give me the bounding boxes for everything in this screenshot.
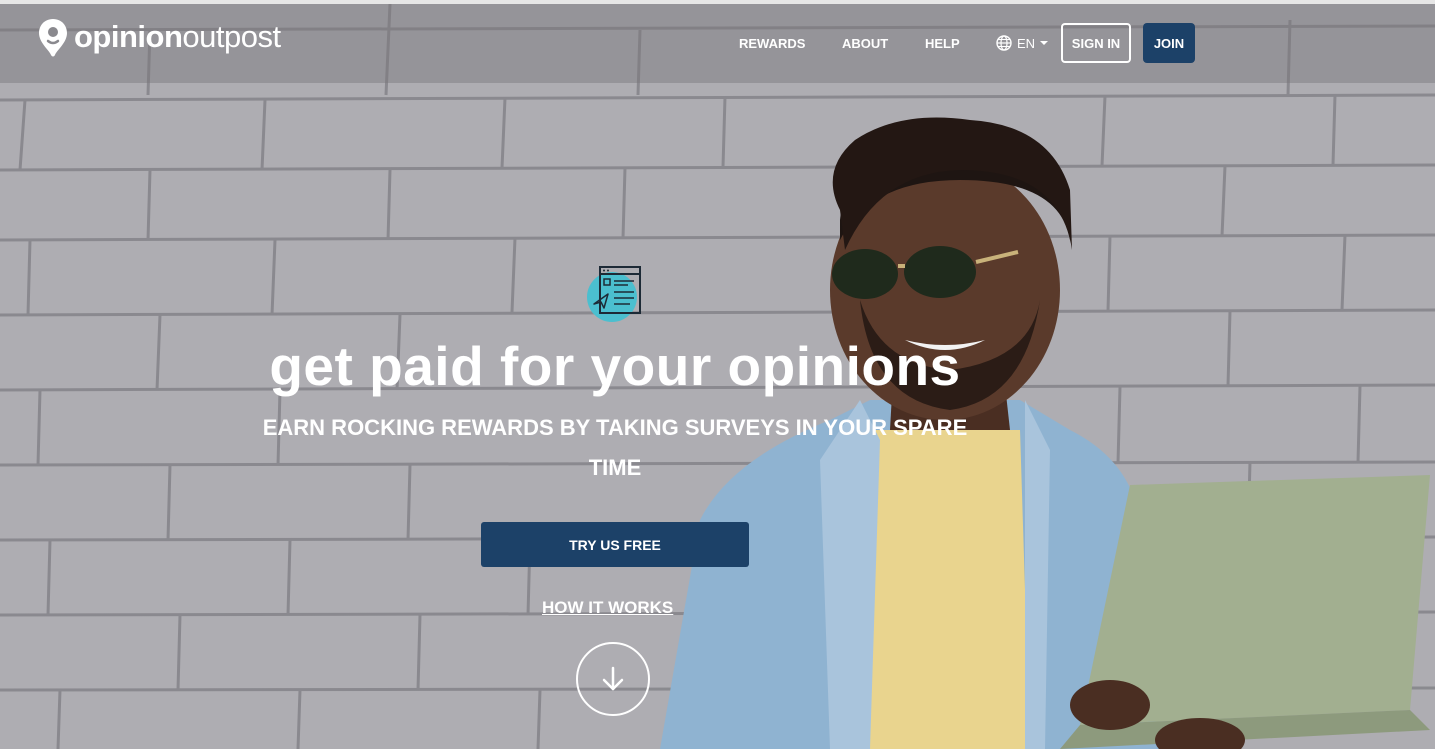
logo-text: opinionoutpost [74, 19, 281, 55]
hero-headline: get paid for your opinions [269, 335, 961, 397]
nav-item-help[interactable]: HELP [925, 23, 960, 63]
language-label: EN [1017, 35, 1036, 51]
arrow-down-icon [602, 666, 624, 691]
try-us-free-label: TRY US FREE [569, 536, 661, 553]
join-label: JOIN [1153, 35, 1185, 51]
language-selector[interactable]: EN [996, 23, 1049, 63]
hero-subheadline-line2: TIME [588, 455, 642, 480]
sign-in-button[interactable]: SIGN IN [1061, 23, 1131, 63]
hero-subheadline-line1: EARN ROCKING REWARDS BY TAKING SURVEYS I… [262, 415, 968, 440]
nav-about-label: ABOUT [842, 35, 889, 51]
nav-rewards-label: REWARDS [739, 35, 806, 51]
sign-in-label: SIGN IN [1071, 35, 1121, 51]
caret-down-icon [1040, 41, 1049, 45]
location-pin-icon [39, 19, 67, 57]
survey-document-icon [587, 266, 641, 322]
globe-icon [996, 35, 1012, 51]
nav-help-label: HELP [925, 35, 960, 51]
join-button[interactable]: JOIN [1143, 23, 1195, 63]
hero-subheadline: EARN ROCKING REWARDS BY TAKING SURVEYS I… [235, 408, 995, 488]
logo-text-light: outpost [182, 19, 281, 54]
how-it-works-link[interactable]: HOW IT WORKS [542, 598, 673, 618]
try-us-free-button[interactable]: TRY US FREE [481, 522, 749, 567]
hero-section: opinionoutpost REWARDS ABOUT HELP EN SIG… [0, 0, 1435, 749]
logo[interactable]: opinionoutpost [38, 16, 281, 58]
scroll-down-button[interactable] [576, 642, 650, 716]
logo-text-bold: opinion [74, 19, 183, 54]
nav-item-about[interactable]: ABOUT [842, 23, 888, 63]
nav-item-rewards[interactable]: REWARDS [739, 23, 805, 63]
